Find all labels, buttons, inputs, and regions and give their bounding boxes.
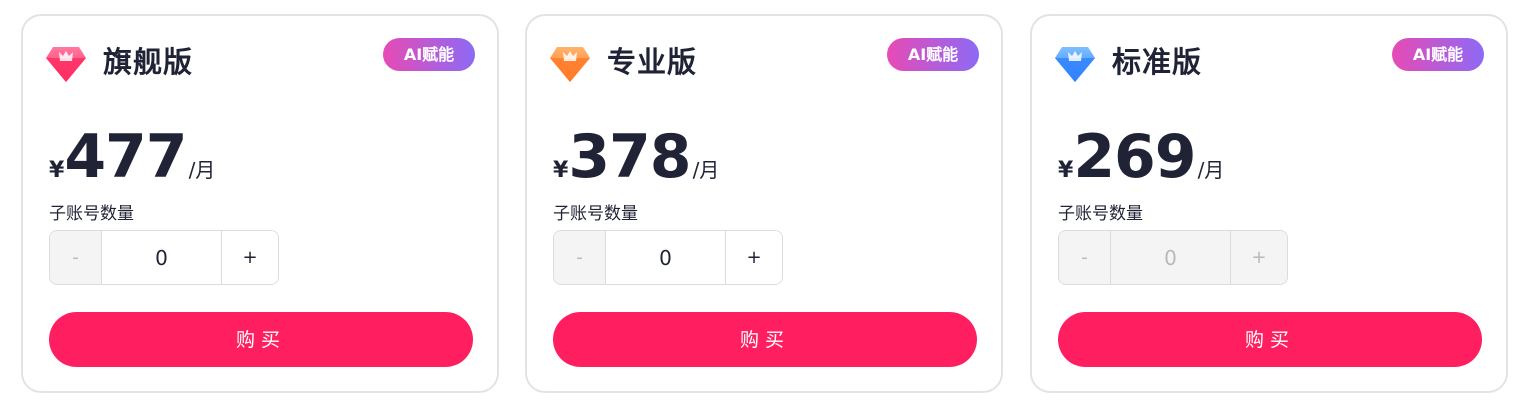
- decrement-button[interactable]: -: [50, 231, 102, 284]
- currency-symbol: ¥: [553, 158, 569, 183]
- pricing-plans: 旗舰版 AI赋能 ¥477/月 子账号数量 - 0 + 购买 专业版 AI赋能: [0, 0, 1521, 409]
- increment-button[interactable]: +: [221, 231, 278, 284]
- decrement-button[interactable]: -: [1059, 231, 1111, 284]
- plan-title: 旗舰版: [103, 45, 194, 79]
- price: ¥477/月: [49, 124, 215, 194]
- ai-badge: AI赋能: [1392, 38, 1484, 71]
- diamond-icon: [46, 47, 86, 82]
- sub-account-qty-label: 子账号数量: [553, 204, 638, 224]
- increment-button[interactable]: +: [1230, 231, 1287, 284]
- price-amount: 477: [64, 122, 187, 192]
- diamond-icon: [1055, 47, 1095, 82]
- currency-symbol: ¥: [1058, 158, 1074, 183]
- price: ¥378/月: [553, 124, 719, 194]
- quantity-input[interactable]: 0: [102, 231, 221, 284]
- ai-badge: AI赋能: [887, 38, 979, 71]
- price-amount: 378: [568, 122, 691, 192]
- ai-badge: AI赋能: [383, 38, 475, 71]
- plan-title: 专业版: [607, 45, 698, 79]
- buy-button[interactable]: 购买: [553, 312, 977, 367]
- price-unit: /月: [1197, 158, 1225, 182]
- price: ¥269/月: [1058, 124, 1224, 194]
- quantity-stepper: - 0 +: [1058, 230, 1288, 285]
- plan-card-flagship: 旗舰版 AI赋能 ¥477/月 子账号数量 - 0 + 购买: [21, 14, 499, 393]
- diamond-icon: [550, 47, 590, 82]
- quantity-input[interactable]: 0: [1111, 231, 1230, 284]
- quantity-stepper: - 0 +: [49, 230, 279, 285]
- quantity-stepper: - 0 +: [553, 230, 783, 285]
- increment-button[interactable]: +: [725, 231, 782, 284]
- decrement-button[interactable]: -: [554, 231, 606, 284]
- price-unit: /月: [188, 158, 216, 182]
- quantity-input[interactable]: 0: [606, 231, 725, 284]
- buy-button[interactable]: 购买: [1058, 312, 1482, 367]
- price-unit: /月: [692, 158, 720, 182]
- sub-account-qty-label: 子账号数量: [1058, 204, 1143, 224]
- plan-title: 标准版: [1112, 45, 1203, 79]
- plan-card-standard: 标准版 AI赋能 ¥269/月 子账号数量 - 0 + 购买: [1030, 14, 1508, 393]
- currency-symbol: ¥: [49, 158, 65, 183]
- price-amount: 269: [1073, 122, 1196, 192]
- sub-account-qty-label: 子账号数量: [49, 204, 134, 224]
- buy-button[interactable]: 购买: [49, 312, 473, 367]
- plan-card-professional: 专业版 AI赋能 ¥378/月 子账号数量 - 0 + 购买: [525, 14, 1003, 393]
